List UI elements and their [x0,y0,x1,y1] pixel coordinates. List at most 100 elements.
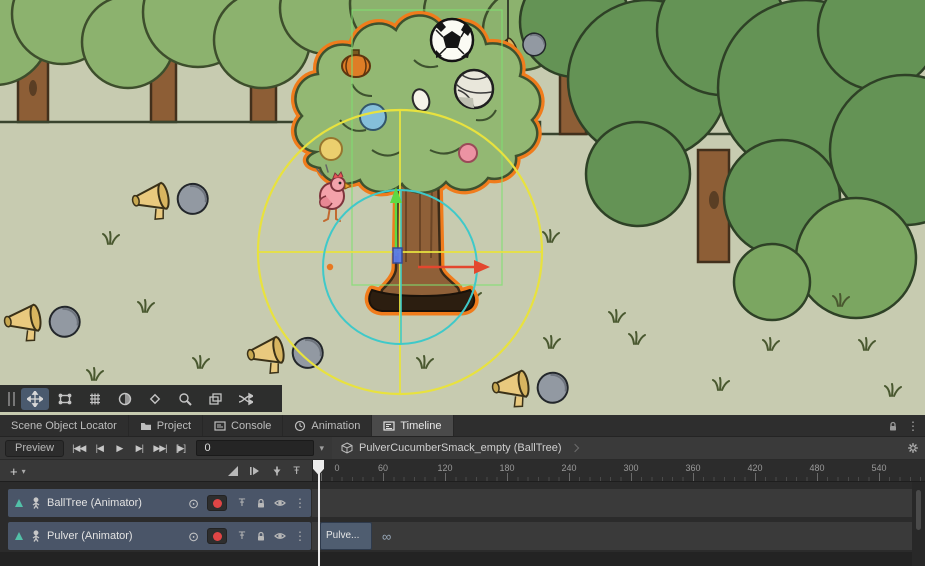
pin-icon[interactable]: Ŧ [235,497,249,509]
scrollbar-thumb[interactable] [916,490,921,530]
track-menu-icon[interactable]: ⋮ [294,496,306,510]
playhead-line[interactable] [318,460,320,566]
ruler-label: 480 [797,463,837,473]
gear-icon [907,442,919,454]
timeline-icon [383,420,395,432]
scene-toolbar [0,385,282,412]
track-lane-balltree[interactable] [312,489,912,517]
timeline-header: Preview |◀◀ |◀ ▶ ▶| ▶▶| [▶] 0 ▾ PulverCu… [0,437,925,460]
ruler-label: 420 [735,463,775,473]
tab-label: Console [231,420,271,432]
grid-icon [87,391,103,407]
tab-label: Timeline [400,420,441,432]
eye-icon[interactable] [273,530,287,542]
yellow-ball [320,138,342,160]
shuffle-icon [237,391,253,407]
chevron-down-icon: ▾ [22,467,26,476]
scene-view[interactable] [0,0,925,415]
layers-icon [207,391,223,407]
tab-timeline[interactable]: Timeline [372,415,453,436]
zoom-tool-button[interactable] [171,388,199,410]
record-button[interactable] [207,495,227,511]
timeline-settings-button[interactable] [901,437,925,459]
lock-icon[interactable] [254,530,268,542]
cube-icon [341,442,353,454]
timeline-view-toggles: Ŧ [227,462,300,480]
sphere-icon [117,391,133,407]
track-label: BallTree (Animator) [47,497,183,509]
tab-console[interactable]: Console [203,415,283,436]
track-header-balltree[interactable]: BallTree (Animator) ⊙ Ŧ ⋮ [8,489,311,517]
tab-animation[interactable]: Animation [283,415,372,436]
tracks-bottom-fill [0,552,925,566]
toolbar-drag-handle-icon[interactable] [8,392,15,406]
tab-scene-object-locator[interactable]: Scene Object Locator [0,415,129,436]
play-button[interactable]: ▶ [109,439,129,457]
ruler-label: 540 [859,463,899,473]
loop-infinity-icon: ∞ [382,522,391,550]
grid-snap-button[interactable] [81,388,109,410]
vertical-scrollbar[interactable] [912,482,925,566]
unity-editor-window: Scene Object Locator Project Console Ani… [0,0,925,566]
preview-toggle-button[interactable]: Preview [5,440,64,457]
previous-frame-button[interactable]: |◀ [89,439,109,457]
volleyball[interactable] [455,70,493,108]
gizmo-toggle-button[interactable] [141,388,169,410]
animation-track-icon [13,497,25,509]
breadcrumb-label: PulverCucumberSmack_empty (BallTree) [359,442,562,454]
goto-end-button[interactable]: ▶▶| [149,439,170,457]
animator-avatar-icon [30,497,42,509]
timeline-panel: Scene Object Locator Project Console Ani… [0,415,925,566]
rect-tool-icon [57,391,73,407]
object-picker-icon[interactable]: ⊙ [188,530,199,543]
tab-project[interactable]: Project [129,415,203,436]
diamond-icon [147,391,163,407]
timeline-breadcrumb[interactable]: PulverCucumberSmack_empty (BallTree) [332,437,901,459]
z-axis-handle[interactable] [393,248,402,263]
lock-icon[interactable] [254,497,268,509]
next-frame-button[interactable]: ▶| [129,439,149,457]
eye-icon[interactable] [273,497,287,509]
track-lane-pulver[interactable] [312,522,912,550]
soccer-ball[interactable] [431,19,473,61]
magnifier-icon [177,391,193,407]
plus-icon: + [10,464,18,479]
transport-controls: |◀◀ |◀ ▶ ▶| ▶▶| [▶] [68,439,190,457]
preview-label: Preview [15,442,54,454]
shuffle-button[interactable] [231,388,259,410]
timeline-options-caret-icon[interactable]: ▾ [314,443,331,454]
add-track-button[interactable]: + ▾ [10,462,26,480]
move-tool-button[interactable] [21,388,49,410]
breadcrumb-chevron-icon [570,444,578,452]
track-header-pulver[interactable]: Pulver (Animator) ⊙ Ŧ ⋮ [8,522,311,550]
track-menu-icon[interactable]: ⋮ [294,529,306,543]
lock-icon[interactable] [887,420,899,432]
curves-view-icon[interactable] [227,465,239,477]
ruler-label: 240 [549,463,589,473]
ruler-label: 120 [425,463,465,473]
timeline-controls-row: + ▾ Ŧ 0 60 120 180 240 300 360 420 480 5… [0,460,925,482]
goto-start-button[interactable]: |◀◀ [68,439,89,457]
tabbar-menu-icon[interactable]: ⋮ [907,420,919,432]
play-range-button[interactable]: [▶] [171,439,191,457]
scene-canvas[interactable] [0,0,925,415]
object-picker-icon[interactable]: ⊙ [188,497,199,510]
layers-button[interactable] [201,388,229,410]
track-label: Pulver (Animator) [47,530,183,542]
record-button[interactable] [207,528,227,544]
animation-track-icon [13,530,25,542]
clip-edit-out-icon[interactable] [271,465,283,477]
rect-tool-button[interactable] [51,388,79,410]
tab-label: Project [157,420,191,432]
pin-icon[interactable]: Ŧ [235,530,249,542]
ruler-label: 180 [487,463,527,473]
shaded-mode-button[interactable] [111,388,139,410]
ruler-label: 300 [611,463,651,473]
clip-edit-in-icon[interactable] [249,465,261,477]
record-dot-icon [213,532,222,541]
marker-track-icon[interactable]: Ŧ [293,465,300,477]
current-frame-field[interactable]: 0 [196,440,314,456]
animation-clip-pulver[interactable]: Pulve... [320,522,372,550]
time-ruler[interactable]: 0 60 120 180 240 300 360 420 480 540 [312,460,925,481]
pivot-dot [327,264,333,270]
